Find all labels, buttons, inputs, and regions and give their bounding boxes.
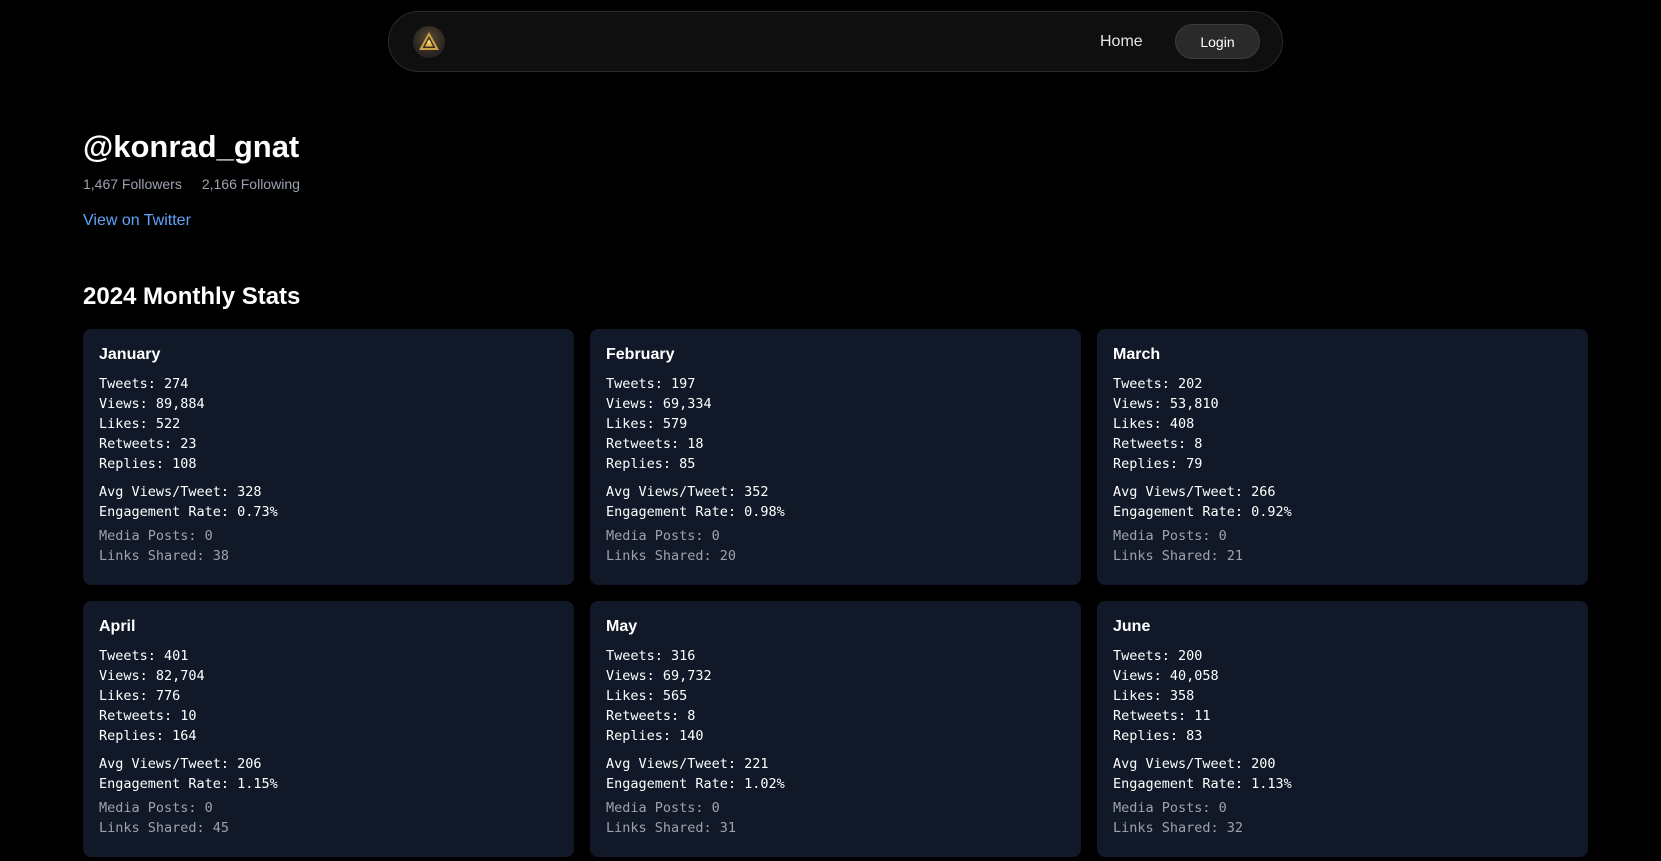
media-posts-stat: Media Posts: 0 xyxy=(99,528,213,544)
views-stat: Views: 89,884 xyxy=(99,396,205,412)
replies-stat: Replies: 140 xyxy=(606,728,704,744)
engagement-rate-stat: Engagement Rate: 0.98% xyxy=(606,504,785,520)
views-stat: Views: 53,810 xyxy=(1113,396,1219,412)
view-on-twitter-link[interactable]: View on Twitter xyxy=(83,211,191,231)
likes-stat: Likes: 358 xyxy=(1113,688,1195,704)
monthly-stats-title: 2024 Monthly Stats xyxy=(83,283,301,310)
avg-views-stat: Avg Views/Tweet: 221 xyxy=(606,756,769,772)
retweets-stat: Retweets: 10 xyxy=(99,708,197,724)
month-card-april: April Tweets: 401 Views: 82,704 Likes: 7… xyxy=(83,601,574,857)
media-posts-stat: Media Posts: 0 xyxy=(606,528,720,544)
views-stat: Views: 40,058 xyxy=(1113,668,1219,684)
views-stat: Views: 69,732 xyxy=(606,668,712,684)
views-stat: Views: 82,704 xyxy=(99,668,205,684)
likes-stat: Likes: 579 xyxy=(606,416,688,432)
month-card-february: February Tweets: 197 Views: 69,334 Likes… xyxy=(590,329,1081,585)
top-navbar: Home Login xyxy=(388,11,1283,72)
engagement-rate-stat: Engagement Rate: 1.15% xyxy=(99,776,278,792)
links-shared-stat: Links Shared: 20 xyxy=(606,548,737,564)
pyramid-logo-icon[interactable] xyxy=(413,26,445,58)
month-card-may: May Tweets: 316 Views: 69,732 Likes: 565… xyxy=(590,601,1081,857)
retweets-stat: Retweets: 8 xyxy=(606,708,696,724)
monthly-stats-grid: January Tweets: 274 Views: 89,884 Likes:… xyxy=(83,329,1588,857)
likes-stat: Likes: 522 xyxy=(99,416,181,432)
month-title: May xyxy=(606,618,638,635)
tweets-stat: Tweets: 200 xyxy=(1113,648,1203,664)
month-title: March xyxy=(1113,346,1161,363)
month-title: January xyxy=(99,346,161,363)
engagement-rate-stat: Engagement Rate: 1.02% xyxy=(606,776,785,792)
likes-stat: Likes: 408 xyxy=(1113,416,1195,432)
replies-stat: Replies: 79 xyxy=(1113,456,1203,472)
month-card-june: June Tweets: 200 Views: 40,058 Likes: 35… xyxy=(1097,601,1588,857)
media-posts-stat: Media Posts: 0 xyxy=(606,800,720,816)
retweets-stat: Retweets: 18 xyxy=(606,436,704,452)
nav-home-link[interactable]: Home xyxy=(1100,32,1143,52)
replies-stat: Replies: 85 xyxy=(606,456,696,472)
links-shared-stat: Links Shared: 31 xyxy=(606,820,737,836)
avg-views-stat: Avg Views/Tweet: 328 xyxy=(99,484,262,500)
avg-views-stat: Avg Views/Tweet: 206 xyxy=(99,756,262,772)
avg-views-stat: Avg Views/Tweet: 200 xyxy=(1113,756,1276,772)
links-shared-stat: Links Shared: 32 xyxy=(1113,820,1244,836)
tweets-stat: Tweets: 316 xyxy=(606,648,696,664)
likes-stat: Likes: 565 xyxy=(606,688,688,704)
tweets-stat: Tweets: 274 xyxy=(99,376,189,392)
login-button[interactable]: Login xyxy=(1175,24,1260,59)
retweets-stat: Retweets: 8 xyxy=(1113,436,1203,452)
tweets-stat: Tweets: 202 xyxy=(1113,376,1203,392)
links-shared-stat: Links Shared: 45 xyxy=(99,820,230,836)
engagement-rate-stat: Engagement Rate: 0.92% xyxy=(1113,504,1292,520)
tweets-stat: Tweets: 401 xyxy=(99,648,189,664)
avg-views-stat: Avg Views/Tweet: 352 xyxy=(606,484,769,500)
retweets-stat: Retweets: 23 xyxy=(99,436,197,452)
month-title: June xyxy=(1113,618,1151,635)
month-card-march: March Tweets: 202 Views: 53,810 Likes: 4… xyxy=(1097,329,1588,585)
engagement-rate-stat: Engagement Rate: 1.13% xyxy=(1113,776,1292,792)
media-posts-stat: Media Posts: 0 xyxy=(99,800,213,816)
engagement-rate-stat: Engagement Rate: 0.73% xyxy=(99,504,278,520)
followers-count: 1,467 Followers xyxy=(83,176,182,192)
media-posts-stat: Media Posts: 0 xyxy=(1113,528,1227,544)
links-shared-stat: Links Shared: 38 xyxy=(99,548,230,564)
retweets-stat: Retweets: 11 xyxy=(1113,708,1211,724)
links-shared-stat: Links Shared: 21 xyxy=(1113,548,1244,564)
profile-stats: 1,467 Followers 2,166 Following xyxy=(83,175,300,193)
media-posts-stat: Media Posts: 0 xyxy=(1113,800,1227,816)
likes-stat: Likes: 776 xyxy=(99,688,181,704)
replies-stat: Replies: 108 xyxy=(99,456,197,472)
replies-stat: Replies: 164 xyxy=(99,728,197,744)
following-count: 2,166 Following xyxy=(201,176,300,192)
profile-handle: @konrad_gnat xyxy=(83,129,300,164)
views-stat: Views: 69,334 xyxy=(606,396,712,412)
month-card-january: January Tweets: 274 Views: 89,884 Likes:… xyxy=(83,329,574,585)
tweets-stat: Tweets: 197 xyxy=(606,376,696,392)
month-title: February xyxy=(606,346,675,363)
month-title: April xyxy=(99,618,136,635)
avg-views-stat: Avg Views/Tweet: 266 xyxy=(1113,484,1276,500)
replies-stat: Replies: 83 xyxy=(1113,728,1203,744)
